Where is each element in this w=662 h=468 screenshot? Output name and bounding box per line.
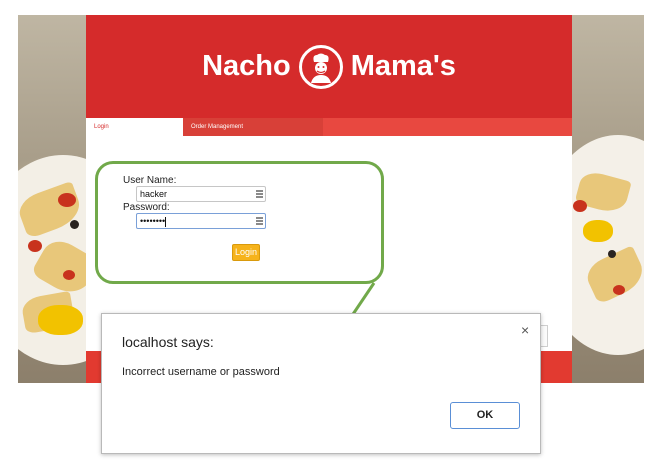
- dialog-title: localhost says:: [122, 334, 214, 350]
- close-icon[interactable]: ×: [521, 323, 529, 337]
- alert-dialog: localhost says: × Incorrect username or …: [101, 313, 541, 454]
- ok-button[interactable]: OK: [450, 402, 520, 429]
- dialog-message: Incorrect username or password: [122, 366, 280, 378]
